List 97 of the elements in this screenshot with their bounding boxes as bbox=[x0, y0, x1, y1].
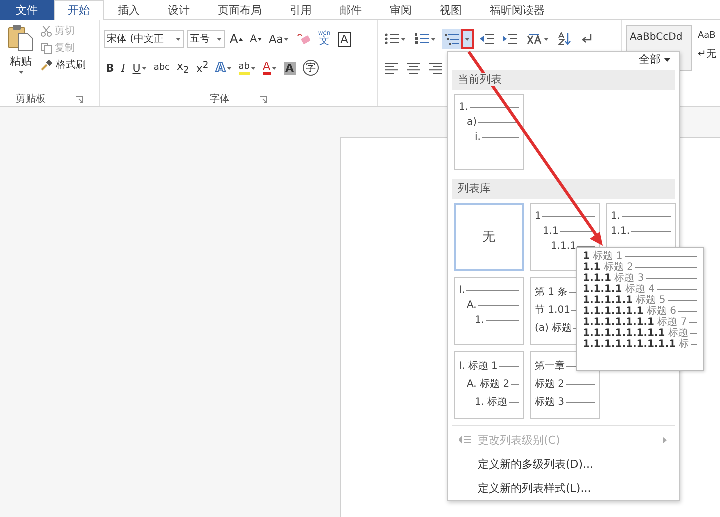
ribbon-tab[interactable]: 插入 bbox=[104, 0, 154, 20]
file-tab[interactable]: 文件 bbox=[0, 0, 54, 20]
filter-dropdown[interactable]: 全部 bbox=[639, 52, 671, 67]
list-level-label: i. bbox=[475, 132, 481, 143]
align-center-icon bbox=[407, 62, 420, 74]
list-level-label: 第一章 bbox=[535, 360, 565, 373]
ribbon-tab[interactable]: 审阅 bbox=[376, 0, 426, 20]
caret-icon bbox=[142, 66, 147, 70]
list-level-label: 1.1. bbox=[611, 226, 630, 237]
list-level-label: (a) 标题 bbox=[535, 322, 572, 335]
caret-icon bbox=[272, 66, 277, 70]
character-shading-button[interactable]: A bbox=[282, 59, 298, 77]
list-level-label: I. 标题 1 bbox=[459, 360, 498, 373]
copy-icon bbox=[41, 42, 52, 54]
menu-item[interactable]: 定义新的多级列表(D)... bbox=[452, 454, 675, 474]
list-style-thumbnail[interactable]: I. A. 1. bbox=[454, 277, 524, 345]
multilevel-list-icon bbox=[445, 32, 459, 46]
script-button[interactable]: x$_{2}$ bbox=[175, 59, 192, 77]
section-header: 当前列表 bbox=[458, 73, 502, 86]
list-level-label: 节 1.01 bbox=[535, 304, 570, 317]
caret-icon bbox=[431, 38, 436, 40]
font-color-button[interactable]: A bbox=[260, 59, 279, 77]
down-triangle-icon bbox=[258, 38, 262, 40]
list-level-label: 1. 标题 bbox=[475, 396, 508, 409]
ribbon-tab[interactable]: 设计 bbox=[154, 0, 204, 20]
decrease-indent-icon bbox=[480, 33, 494, 45]
caret-icon bbox=[176, 38, 181, 40]
clipboard-icon bbox=[8, 24, 34, 52]
scissors-icon bbox=[41, 26, 52, 36]
eraser-icon bbox=[296, 32, 312, 46]
text-effect-button[interactable]: A bbox=[214, 59, 234, 77]
numbered-list-icon bbox=[415, 33, 429, 45]
caret-icon bbox=[226, 66, 232, 70]
ribbon-tab[interactable]: 视图 bbox=[426, 0, 476, 20]
list-level-label: 标题 2 bbox=[535, 378, 565, 391]
list-style-thumbnail[interactable]: I. 标题 1 A. 标题 2 1. 标题 bbox=[454, 351, 524, 419]
list-level-label: 1. bbox=[475, 315, 485, 326]
sort-icon bbox=[558, 32, 572, 46]
strikethrough-button[interactable]: abc bbox=[152, 59, 172, 77]
bullet-list-icon bbox=[385, 33, 399, 45]
dialog-launcher-icon[interactable] bbox=[76, 96, 83, 102]
font-name-field[interactable]: 宋体 (中文正 bbox=[104, 30, 184, 48]
ribbon-tab[interactable]: 福昕阅读器 bbox=[476, 0, 559, 20]
list-level-label: I. bbox=[459, 285, 466, 296]
list-level-label: A. 标题 2 bbox=[467, 378, 510, 391]
grow-font-button[interactable]: A bbox=[228, 30, 246, 48]
list-style-thumbnail[interactable]: 无 bbox=[454, 203, 524, 271]
align-left-icon bbox=[385, 62, 398, 74]
list-level-label: 1. bbox=[459, 102, 469, 113]
dialog-launcher-icon[interactable] bbox=[260, 96, 267, 102]
submenu-arrow-icon bbox=[663, 436, 667, 444]
group-label: 剪贴板 bbox=[16, 92, 46, 106]
list-style-thumbnail[interactable]: 1. a) i. bbox=[454, 94, 524, 170]
format-painter-button[interactable]: 格式刷 bbox=[41, 58, 86, 72]
list-level-label: a) bbox=[467, 117, 478, 128]
ribbon-tab[interactable]: 引用 bbox=[276, 0, 326, 20]
underline-button[interactable]: U bbox=[130, 59, 149, 77]
asian-layout-icon bbox=[526, 32, 542, 46]
enclose-character-button[interactable]: 字 bbox=[301, 59, 322, 77]
list-level-icon bbox=[459, 436, 471, 444]
character-border-button[interactable]: A bbox=[336, 30, 354, 48]
caret-icon bbox=[284, 38, 290, 40]
font-size-field[interactable]: 五号 bbox=[187, 30, 225, 48]
up-triangle-icon bbox=[239, 38, 244, 40]
style-preview[interactable]: AaB ↵无 bbox=[695, 25, 718, 71]
bold-button[interactable]: B bbox=[104, 59, 116, 77]
caret-icon bbox=[217, 38, 222, 40]
increase-indent-icon bbox=[503, 33, 517, 45]
list-level-label: 1 bbox=[535, 211, 542, 222]
caret-icon bbox=[401, 38, 406, 40]
caret-icon bbox=[664, 58, 671, 62]
change-case-button[interactable]: Aa bbox=[267, 30, 292, 48]
paintbrush-icon bbox=[41, 60, 53, 70]
list-level-label: 标题 3 bbox=[535, 396, 565, 409]
highlight-button[interactable]: ab bbox=[236, 59, 258, 77]
list-level-label: 1. bbox=[611, 211, 621, 222]
section-header: 列表库 bbox=[458, 182, 491, 195]
align-right-icon bbox=[429, 62, 442, 74]
script-button[interactable]: x$^{2}$ bbox=[194, 59, 211, 77]
shrink-font-button[interactable]: A bbox=[248, 30, 264, 48]
caret-icon bbox=[465, 38, 470, 40]
paste-button[interactable]: 粘贴 bbox=[4, 24, 38, 92]
menu-item[interactable]: 定义新的列表样式(L)... bbox=[452, 478, 675, 498]
list-level-label: 1.1 bbox=[543, 226, 559, 237]
list-level-label: 1.1.1 bbox=[551, 241, 576, 252]
list-level-label: A. bbox=[467, 300, 477, 311]
return-arrow-icon bbox=[581, 32, 593, 46]
ribbon-tab[interactable]: 邮件 bbox=[326, 0, 376, 20]
caret-icon bbox=[544, 38, 549, 40]
ribbon-tab[interactable]: 开始 bbox=[54, 0, 104, 20]
ribbon-tab[interactable]: 页面布局 bbox=[204, 0, 276, 20]
multilevel-list-button[interactable] bbox=[442, 29, 474, 49]
group-label: 字体 bbox=[210, 92, 230, 106]
list-level-label: 第 1 条 bbox=[535, 286, 568, 299]
caret-icon bbox=[18, 71, 24, 74]
italic-button[interactable]: I bbox=[119, 59, 128, 77]
caret-icon bbox=[250, 66, 256, 70]
